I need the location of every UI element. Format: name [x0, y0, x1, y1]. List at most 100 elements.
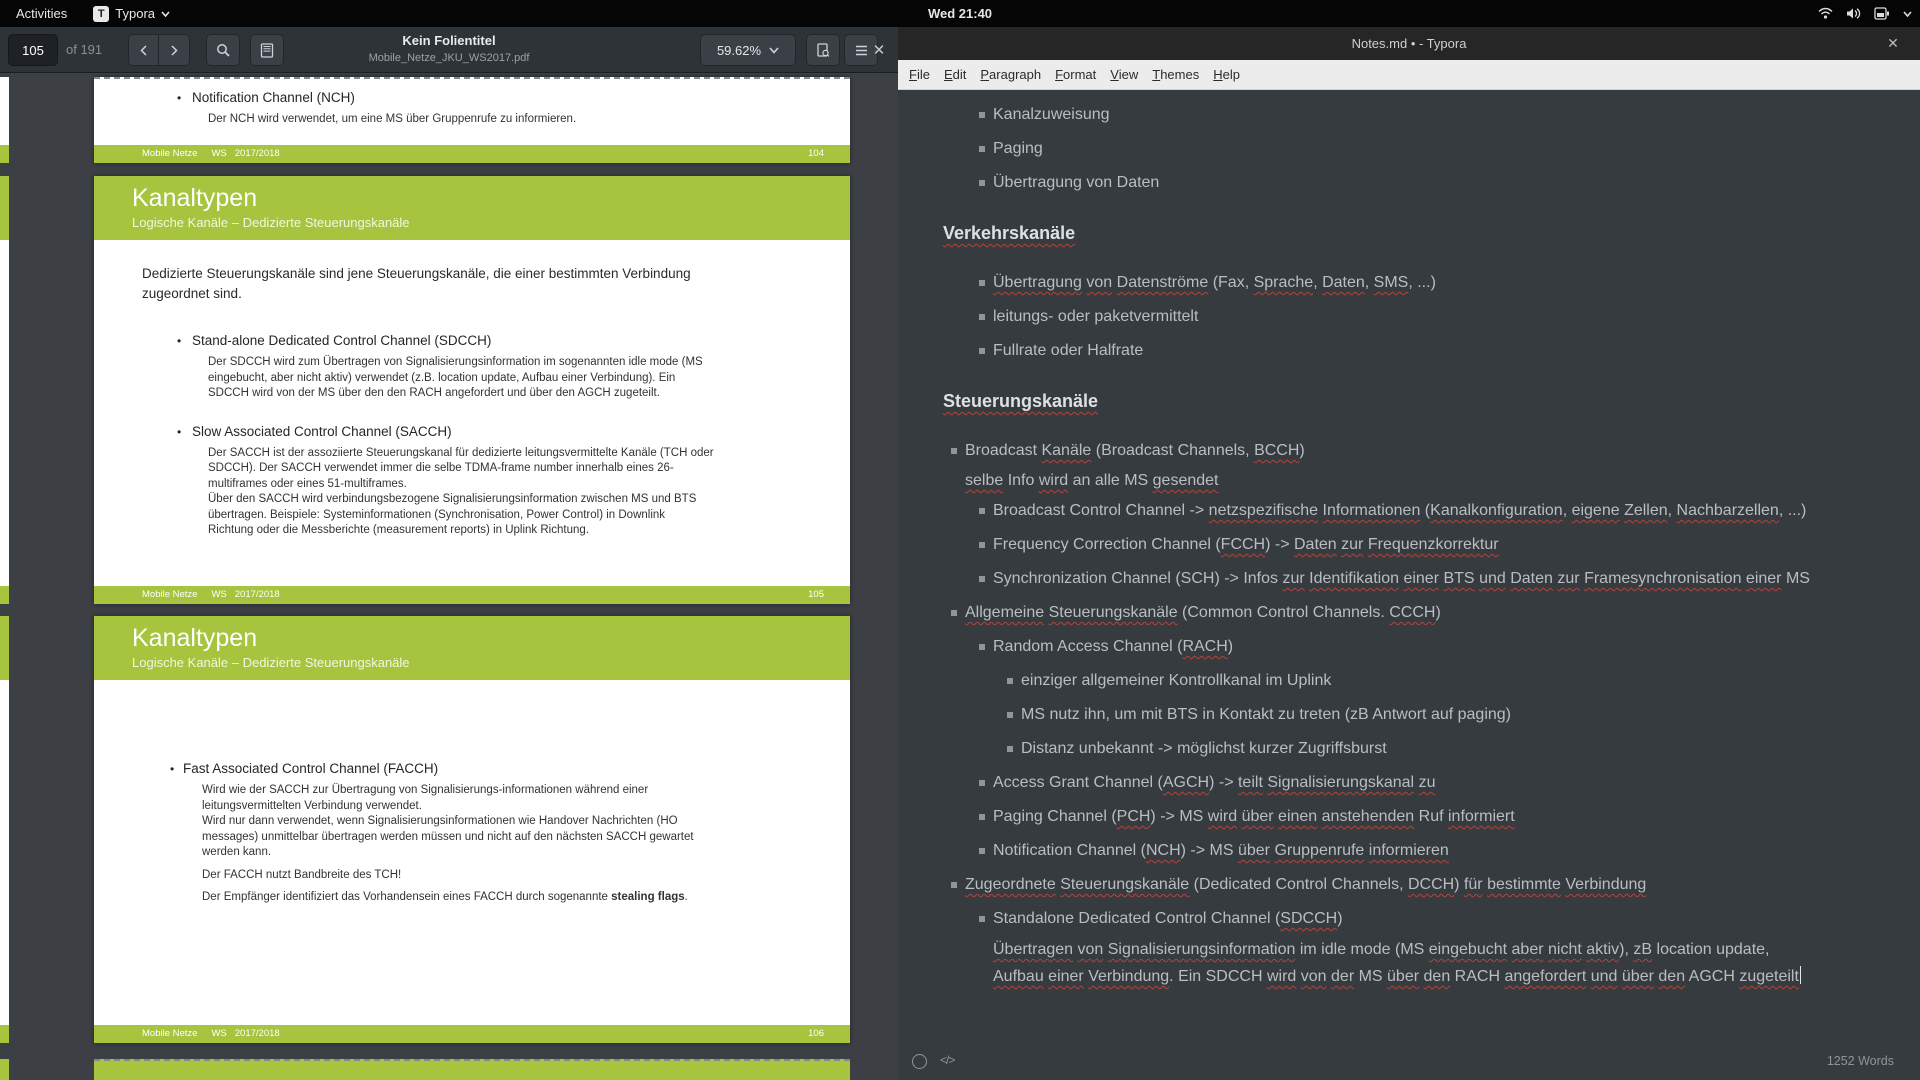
list-bullet-icon [979, 916, 985, 922]
side-pane-icon [260, 43, 274, 58]
pdf-close-button[interactable]: ✕ [864, 34, 894, 66]
markdown-line[interactable]: Übertragung von Daten [898, 166, 1920, 200]
document-filename: Mobile_Netze_JKU_WS2017.pdf [309, 51, 589, 66]
markdown-line[interactable]: MS nutz ihn, um mit BTS in Kontakt zu tr… [898, 698, 1920, 732]
outline-toggle-icon[interactable] [912, 1054, 927, 1069]
pdf-viewer-window: of 191 Kein Folientitel Mobile_Netze_JKU… [0, 27, 898, 1080]
page-number-input[interactable] [8, 34, 58, 66]
markdown-line[interactable]: Broadcast Control Channel -> netzspezifi… [898, 494, 1920, 528]
markdown-heading[interactable]: Verkehrskanäle [898, 216, 1920, 250]
typora-menu-bar: FileEditParagraphFormatViewThemesHelp [898, 60, 1920, 90]
page-preview-icon [816, 43, 830, 58]
slide-header: Kanaltypen Logische Kanäle – Dedizierte … [94, 616, 850, 680]
slide-footer-course: Mobile Netze [142, 1028, 197, 1039]
slide-footer: Mobile NetzeWS2017/2018 106 [94, 1025, 850, 1043]
slide-footer-ws: WS [211, 148, 226, 159]
markdown-line[interactable]: Paging Channel (PCH) -> MS wird über ein… [898, 800, 1920, 834]
markdown-line[interactable]: selbe Info wird an alle MS gesendet [898, 468, 1920, 494]
markdown-line[interactable]: Standalone Dedicated Control Channel (SD… [898, 902, 1920, 936]
markdown-heading[interactable]: Steuerungskanäle [898, 384, 1920, 418]
markdown-line[interactable]: Fullrate oder Halfrate [898, 334, 1920, 368]
list-bullet-icon [979, 780, 985, 786]
slide-footer-course: Mobile Netze [142, 148, 197, 159]
pdf-page-104: •Notification Channel (NCH)Der NCH wird … [94, 77, 850, 163]
markdown-line[interactable]: Synchronization Channel (SCH) -> Infos z… [898, 562, 1920, 596]
battery-icon [1874, 7, 1890, 20]
markdown-line[interactable]: Access Grant Channel (AGCH) -> teilt Sig… [898, 766, 1920, 800]
markdown-line[interactable]: Paging [898, 132, 1920, 166]
list-bullet-icon [979, 280, 985, 286]
slide-paragraph: Der NCH wird verwendet, um eine MS über … [94, 112, 850, 128]
next-page-button[interactable] [159, 34, 190, 66]
clock[interactable]: Wed 21:40 [928, 6, 992, 21]
pdf-page-106: Kanaltypen Logische Kanäle – Dedizierte … [94, 616, 850, 1043]
pdf-page-105: Kanaltypen Logische Kanäle – Dedizierte … [94, 176, 850, 604]
slide-paragraph: Der SACCH ist der assoziierte Steuerungs… [94, 446, 850, 539]
side-pane-button[interactable] [250, 34, 284, 66]
menu-item-help[interactable]: Help [1206, 67, 1247, 82]
list-bullet-icon [951, 882, 957, 888]
markdown-line[interactable]: Zugeordnete Steuerungskanäle (Dedicated … [898, 868, 1920, 902]
pdf-canvas[interactable]: •Notification Channel (NCH)Der NCH wird … [0, 74, 898, 1080]
markdown-line[interactable]: Random Access Channel (RACH) [898, 630, 1920, 664]
typora-title-bar: Notes.md • - Typora ✕ [898, 27, 1920, 60]
source-code-mode-toggle[interactable]: </> [940, 1053, 954, 1067]
markdown-editor[interactable]: KanalzuweisungPagingÜbertragung von Date… [898, 90, 1920, 1046]
chevron-down-icon [161, 11, 170, 17]
typora-close-button[interactable]: ✕ [1880, 27, 1906, 60]
markdown-line[interactable]: Distanz unbekannt -> möglichst kurzer Zu… [898, 732, 1920, 766]
search-button[interactable] [206, 34, 240, 66]
menu-item-edit[interactable]: Edit [937, 67, 973, 82]
markdown-line[interactable]: Frequency Correction Channel (FCCH) -> D… [898, 528, 1920, 562]
slide-paragraph: Dedizierte Steuerungskanäle sind jene St… [94, 264, 850, 304]
page-total-label: of 191 [66, 27, 102, 73]
slide-paragraph: Wird wie der SACCH zur Übertragung von S… [94, 783, 850, 861]
slide-page-number: 105 [808, 586, 824, 604]
system-tray[interactable] [1818, 0, 1912, 27]
menu-item-file[interactable]: File [902, 67, 937, 82]
volume-icon [1846, 7, 1861, 20]
menu-item-view[interactable]: View [1103, 67, 1145, 82]
close-icon: ✕ [1887, 35, 1899, 52]
list-bullet-icon [979, 348, 985, 354]
activities-button[interactable]: Activities [12, 6, 71, 21]
slide-paragraph: Der FACCH nutzt Bandbreite des TCH! [94, 868, 850, 884]
slide-footer-year: 2017/2018 [235, 1028, 280, 1039]
zoom-level-dropdown[interactable]: 59.62% [700, 34, 796, 66]
markdown-line[interactable]: leitungs- oder paketvermittelt [898, 300, 1920, 334]
slide-footer: Mobile NetzeWS2017/2018 105 [94, 586, 850, 604]
close-icon: ✕ [873, 41, 886, 59]
slide-page-number: 104 [808, 145, 824, 163]
slide-paragraph: Der Empfänger identifiziert das Vorhande… [94, 890, 850, 906]
markdown-line[interactable]: Übertragung von Datenströme (Fax, Sprach… [898, 266, 1920, 300]
typora-app-icon: T [93, 6, 109, 22]
pdf-title-block: Kein Folientitel Mobile_Netze_JKU_WS2017… [309, 31, 589, 66]
markdown-line[interactable]: Notification Channel (NCH) -> MS über Gr… [898, 834, 1920, 868]
slide-title: Kanaltypen [132, 623, 850, 653]
zoom-level-value: 59.62% [717, 43, 761, 58]
markdown-line[interactable]: Übertragen von Signalisierungsinformatio… [898, 936, 1920, 963]
word-count: 1252 Words [1827, 1054, 1894, 1068]
list-bullet-icon [979, 146, 985, 152]
list-bullet-icon [1007, 712, 1013, 718]
slide-paragraph: Der SDCCH wird zum Übertragen von Signal… [94, 355, 850, 402]
slide-footer: Mobile NetzeWS2017/2018 104 [94, 145, 850, 163]
menu-item-themes[interactable]: Themes [1145, 67, 1206, 82]
app-menu-button[interactable]: T Typora [93, 6, 170, 22]
desktop: Activities T Typora Wed 21:40 of 191 [0, 0, 1920, 1080]
left-page-edge [0, 176, 9, 604]
markdown-line[interactable]: einziger allgemeiner Kontrollkanal im Up… [898, 664, 1920, 698]
wifi-icon [1818, 7, 1833, 20]
markdown-line[interactable]: Kanalzuweisung [898, 98, 1920, 132]
markdown-line[interactable]: Allgemeine Steuerungskanäle (Common Cont… [898, 596, 1920, 630]
menu-item-format[interactable]: Format [1048, 67, 1103, 82]
menu-item-paragraph[interactable]: Paragraph [973, 67, 1048, 82]
slide-bullet: •Stand-alone Dedicated Control Channel (… [94, 332, 850, 350]
markdown-line[interactable]: Broadcast Kanäle (Broadcast Channels, BC… [898, 434, 1920, 468]
previous-page-button[interactable] [128, 34, 159, 66]
left-page-edge [0, 616, 9, 1043]
markdown-line[interactable]: Aufbau einer Verbindung. Ein SDCCH wird … [898, 963, 1920, 990]
page-preview-button[interactable] [806, 34, 840, 66]
list-bullet-icon [979, 180, 985, 186]
slide-subtitle: Logische Kanäle – Dedizierte Steuerungsk… [132, 655, 850, 671]
